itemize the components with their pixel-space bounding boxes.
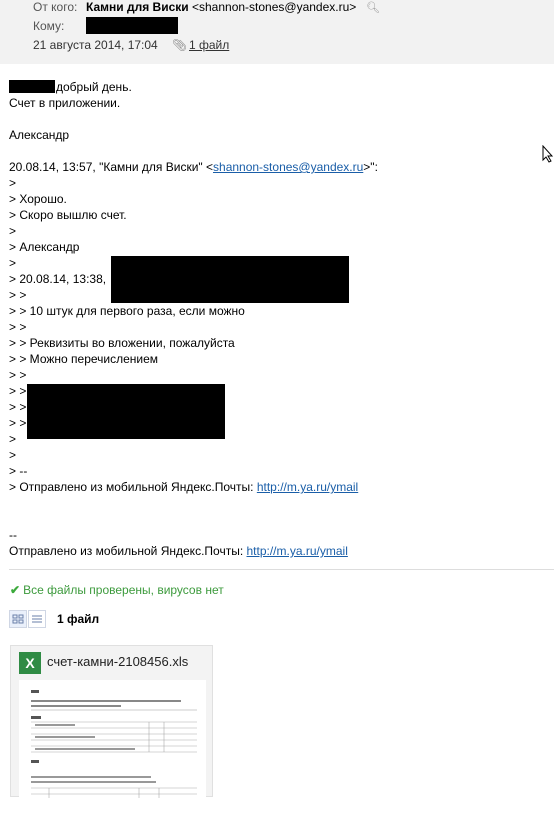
quote-line: > > xyxy=(9,416,27,430)
sender-name[interactable]: Камни для Виски xyxy=(86,0,189,14)
greeting: добрый день. xyxy=(56,80,132,94)
quote-line: > xyxy=(9,432,17,446)
redacted-block xyxy=(27,384,225,439)
quote-header: 20.08.14, 13:57, "Камни для Виски" <shan… xyxy=(9,159,378,175)
virus-status: ✔ Все файлы проверены, вирусов нет xyxy=(10,583,224,597)
quote-mobile-link[interactable]: http://m.ya.ru/ymail xyxy=(257,480,358,494)
signature: Александр xyxy=(9,128,70,142)
files-count: 1 файл xyxy=(57,612,100,626)
message-date: 21 августа 2014, 17:04 xyxy=(33,38,158,52)
attachment-preview[interactable] xyxy=(19,680,206,798)
list-view-button[interactable] xyxy=(28,610,46,628)
quote-line: > xyxy=(9,224,17,238)
quote-line: > Скоро вышлю счет. xyxy=(9,208,127,222)
redacted-recipient xyxy=(86,17,178,34)
quote-line: > > xyxy=(9,384,27,398)
attachment-filename[interactable]: счет-камни-2108456.xls xyxy=(47,654,188,669)
from-label: От кого: xyxy=(33,0,78,14)
mouse-cursor-icon xyxy=(542,145,554,163)
mobile-signature: Отправлено из мобильной Яндекс.Почты: ht… xyxy=(9,543,348,559)
redacted-block xyxy=(111,256,349,303)
to-label: Кому: xyxy=(33,19,65,33)
mobile-signature-link[interactable]: http://m.ya.ru/ymail xyxy=(247,544,348,558)
body-line: Счет в приложении. xyxy=(9,96,121,110)
quote-line: > > xyxy=(9,400,27,414)
redacted-name xyxy=(9,80,55,93)
quote-email-link[interactable]: shannon-stones@yandex.ru xyxy=(213,160,363,174)
quote-line: > > xyxy=(9,320,27,334)
quote-line: > xyxy=(9,448,17,462)
quote-line: > Александр xyxy=(9,240,80,254)
list-icon xyxy=(32,615,42,623)
sender[interactable]: Камни для Виски <shannon-stones@yandex.r… xyxy=(86,0,356,14)
spreadsheet-thumbnail xyxy=(19,680,206,798)
quote-line: > > xyxy=(9,288,27,302)
attachment-card[interactable]: X счет-камни-2108456.xls xyxy=(10,645,213,798)
search-icon[interactable]: 🔍︎ xyxy=(366,1,380,14)
virus-status-text: Все файлы проверены, вирусов нет xyxy=(23,583,224,597)
quote-line: > > Реквизиты во вложении, пожалуйста xyxy=(9,336,235,350)
check-icon: ✔ xyxy=(10,583,21,597)
signature-dash: -- xyxy=(9,528,17,542)
message-header: От кого: Камни для Виски <shannon-stones… xyxy=(0,0,554,64)
divider xyxy=(9,569,554,570)
quote-line: > xyxy=(9,176,17,190)
quote-line: > > Можно перечислением xyxy=(9,352,159,366)
quote-header-suffix: >": xyxy=(363,160,378,174)
grid-view-button[interactable] xyxy=(9,610,27,628)
excel-icon: X xyxy=(19,652,41,674)
sender-email[interactable]: <shannon-stones@yandex.ru> xyxy=(192,0,356,14)
quote-line: > > 10 штук для первого раза, если можно xyxy=(9,304,245,318)
quote-line: > Хорошо. xyxy=(9,192,67,206)
grid-icon xyxy=(12,614,24,624)
attachments-link[interactable]: 1 файл xyxy=(189,38,229,52)
quote-header-prefix: 20.08.14, 13:57, "Камни для Виски" < xyxy=(9,160,214,174)
paperclip-icon: 📎︎ xyxy=(172,38,188,52)
quote-line: > > xyxy=(9,368,27,382)
quote-line: > xyxy=(9,256,17,270)
mobile-signature-prefix: Отправлено из мобильной Яндекс.Почты: xyxy=(9,544,244,558)
quote-mobile-prefix: > Отправлено из мобильной Яндекс.Почты: xyxy=(9,480,254,494)
quote-line: > -- xyxy=(9,464,28,478)
quote-line: > 20.08.14, 13:38, xyxy=(9,272,107,286)
quote-mobile-line: > Отправлено из мобильной Яндекс.Почты: … xyxy=(9,479,358,495)
